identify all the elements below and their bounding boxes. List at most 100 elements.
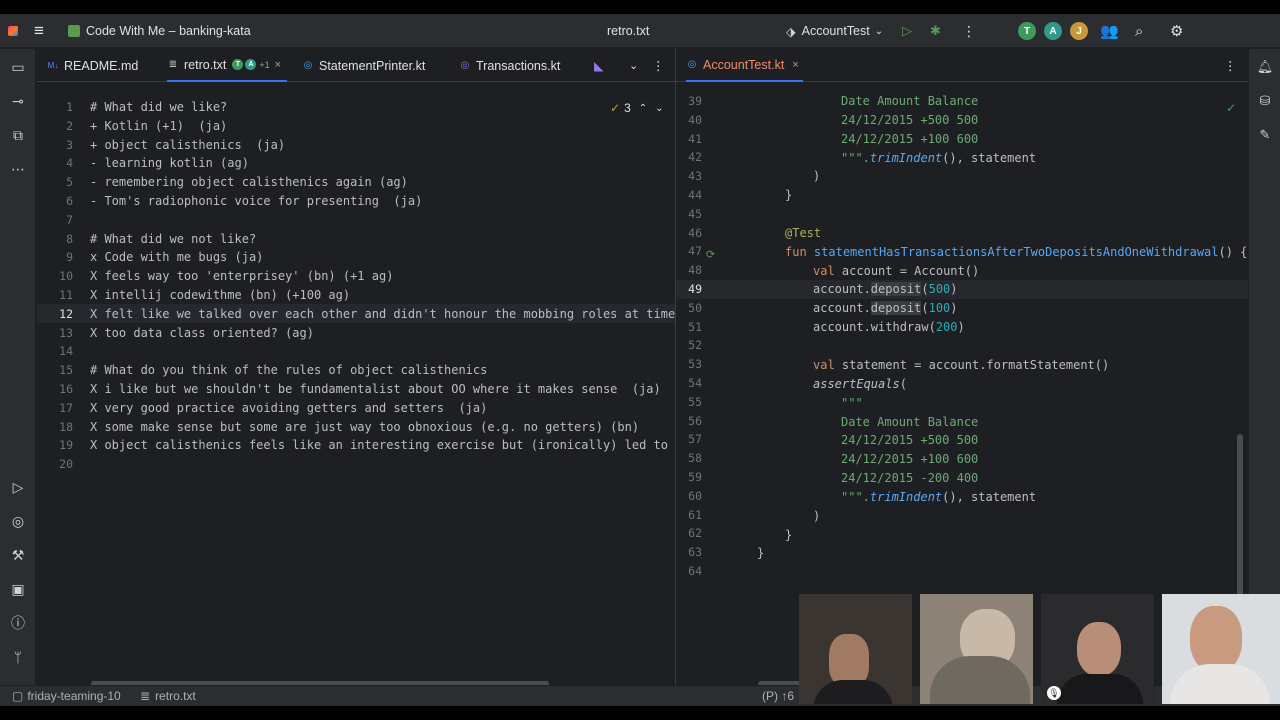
code-token: ( bbox=[921, 301, 929, 315]
code-line-49: account.deposit(500) bbox=[813, 280, 958, 299]
code-line-39: Date Amount Balance bbox=[841, 94, 979, 108]
line-number: 57 bbox=[688, 432, 702, 447]
line-number: 40 bbox=[688, 112, 702, 127]
code-line-63: } bbox=[757, 546, 765, 560]
collab-t-icon: T bbox=[232, 59, 244, 70]
line-number: 59 bbox=[688, 470, 702, 484]
microphone-icon[interactable]: 🎙︎ bbox=[1047, 686, 1061, 700]
code-token: fun bbox=[785, 245, 807, 259]
git-icon[interactable]: ᛘ bbox=[8, 647, 28, 667]
run-tool-icon[interactable]: ▷ bbox=[8, 477, 28, 497]
left-tab-bar: M↓ README.md ≣ retro.txt T A +1 × ◎ Stat… bbox=[37, 49, 675, 82]
notifications-icon[interactable]: 🔔︎ bbox=[1255, 57, 1275, 77]
retro-line: X very good practice avoiding getters an… bbox=[90, 400, 488, 415]
folder-icon[interactable]: ▭ bbox=[8, 57, 28, 77]
search-icon[interactable]: ⌕ bbox=[1135, 14, 1143, 48]
project-selector[interactable]: Code With Me – banking-kata bbox=[68, 14, 251, 48]
video-participant-3: 🎙︎ bbox=[1041, 594, 1154, 704]
collab-a-icon: A bbox=[245, 59, 257, 70]
line-number: 10 bbox=[59, 269, 73, 284]
run-config-selector[interactable]: ⬗ AccountTest ⌄ bbox=[786, 14, 883, 48]
add-user-icon[interactable]: 👥 bbox=[1100, 14, 1119, 48]
branch-widget[interactable]: ▢ friday-teaming-10 bbox=[12, 689, 121, 703]
code-token: ) bbox=[957, 320, 965, 334]
code-line-42: """.trimIndent(), statement bbox=[841, 149, 1036, 168]
participant-body bbox=[1170, 664, 1270, 704]
line-number: 17 bbox=[59, 400, 73, 415]
more-actions-icon[interactable]: ⋮ bbox=[962, 14, 976, 48]
avatar-j[interactable]: J bbox=[1070, 22, 1088, 40]
tab-readme[interactable]: M↓ README.md bbox=[47, 49, 139, 82]
services-icon[interactable]: ◎ bbox=[8, 511, 28, 531]
debug-icon[interactable]: ✱ bbox=[930, 14, 941, 48]
run-icon[interactable]: ▷ bbox=[902, 14, 912, 48]
line-number: 54 bbox=[688, 376, 702, 390]
tab-label: Transactions.kt bbox=[476, 58, 561, 73]
retro-line: # What did we not like? bbox=[90, 231, 257, 246]
code-line-58: 24/12/2015 +100 600 bbox=[841, 452, 979, 466]
line-number: 13 bbox=[59, 325, 73, 340]
retro-line: X feels way too 'enterprisey' (bn) (+1 a… bbox=[90, 269, 394, 284]
retro-line: X some make sense but some are just way … bbox=[90, 419, 640, 434]
more-tools-icon[interactable]: ⋯ bbox=[8, 159, 28, 179]
code-line-44: } bbox=[785, 188, 793, 202]
build-icon[interactable]: ⚒ bbox=[8, 545, 28, 565]
chevron-down-icon[interactable]: ⌄ bbox=[629, 49, 638, 82]
tab-transactions[interactable]: ◎ Transactions.kt bbox=[459, 49, 561, 82]
kotlin-class-icon: ◎ bbox=[460, 59, 470, 71]
line-number: 64 bbox=[688, 564, 702, 578]
avatar-a[interactable]: A bbox=[1044, 22, 1062, 40]
ai-assistant-icon[interactable]: ✎ bbox=[1255, 125, 1275, 145]
participant-body bbox=[1057, 674, 1143, 704]
run-test-gutter-icon[interactable]: ⟳ bbox=[706, 248, 715, 261]
status-right-text[interactable]: (P) ↑6 bbox=[762, 689, 794, 703]
line-number: 12 bbox=[59, 306, 73, 321]
main-menu-icon[interactable]: ≡ bbox=[34, 14, 44, 48]
commit-icon[interactable]: ⊸ bbox=[8, 91, 28, 111]
tab-statementprinter[interactable]: ◎ StatementPrinter.kt bbox=[302, 49, 426, 82]
line-number: 5 bbox=[66, 175, 73, 190]
line-number: 20 bbox=[59, 457, 73, 472]
app-logo-icon[interactable] bbox=[8, 14, 18, 48]
video-participant-4 bbox=[1162, 594, 1280, 704]
breadcrumb[interactable]: ≣ retro.txt bbox=[140, 689, 196, 703]
line-number: 7 bbox=[66, 212, 73, 227]
code-token: val bbox=[813, 358, 835, 372]
structure-icon[interactable]: ⧉ bbox=[8, 125, 28, 145]
code-token: """. bbox=[841, 151, 870, 165]
participants: T A J bbox=[1018, 14, 1088, 48]
run-config-label: AccountTest bbox=[801, 24, 870, 38]
terminal-icon[interactable]: ▣ bbox=[8, 579, 28, 599]
tab-retro[interactable]: ≣ retro.txt T A +1 × bbox=[167, 49, 288, 82]
more-tabs-icon[interactable]: ⋮ bbox=[652, 49, 665, 82]
avatar-t[interactable]: T bbox=[1018, 22, 1036, 40]
code-line-53: val statement = account.formatStatement(… bbox=[813, 356, 1109, 375]
test-code-area[interactable]: 39 40 41 42 43 44 45 46 47 48 49 50 51 52 53 54 55 56 57 58… bbox=[676, 49, 1248, 685]
right-editor-pane: ◎ AccountTest.kt × ⋮ ✓ 39 40 41 42 43 44 45 46 4… bbox=[676, 49, 1248, 685]
breadcrumb-file: retro.txt bbox=[155, 689, 196, 703]
line-number: 44 bbox=[688, 188, 702, 202]
kotlin-file-icon[interactable]: ◣ bbox=[594, 49, 604, 82]
line-number: 4 bbox=[66, 156, 73, 171]
code-line-47: fun statementHasTransactionsAfterTwoDepo… bbox=[785, 243, 1247, 262]
database-icon[interactable]: ⛁ bbox=[1255, 91, 1275, 111]
line-number: 58 bbox=[688, 451, 702, 466]
retro-line: # What did we like? bbox=[90, 100, 228, 114]
project-icon bbox=[68, 25, 80, 37]
code-token: account.withdraw( bbox=[813, 320, 936, 334]
code-token: (), statement bbox=[942, 151, 1037, 165]
line-number: 39 bbox=[688, 94, 702, 108]
text-file-icon: ≣ bbox=[140, 689, 151, 703]
close-icon[interactable]: × bbox=[275, 59, 281, 71]
code-token: (), statement bbox=[942, 490, 1037, 504]
code-line-57: 24/12/2015 +500 500 bbox=[841, 433, 979, 447]
participant-face bbox=[1077, 622, 1121, 676]
line-number: 9 bbox=[66, 250, 73, 265]
gear-icon[interactable]: ⚙ bbox=[1170, 14, 1183, 48]
problems-icon[interactable]: ⓘ bbox=[8, 613, 28, 633]
retro-code-area[interactable]: 1 # What did we like? 2 + Kotlin (+1) (ja) 3… bbox=[37, 98, 675, 658]
code-line-55: """ bbox=[841, 396, 863, 410]
code-token: account. bbox=[813, 301, 871, 315]
line-number: 60 bbox=[688, 488, 702, 503]
code-line-43: ) bbox=[813, 169, 821, 183]
